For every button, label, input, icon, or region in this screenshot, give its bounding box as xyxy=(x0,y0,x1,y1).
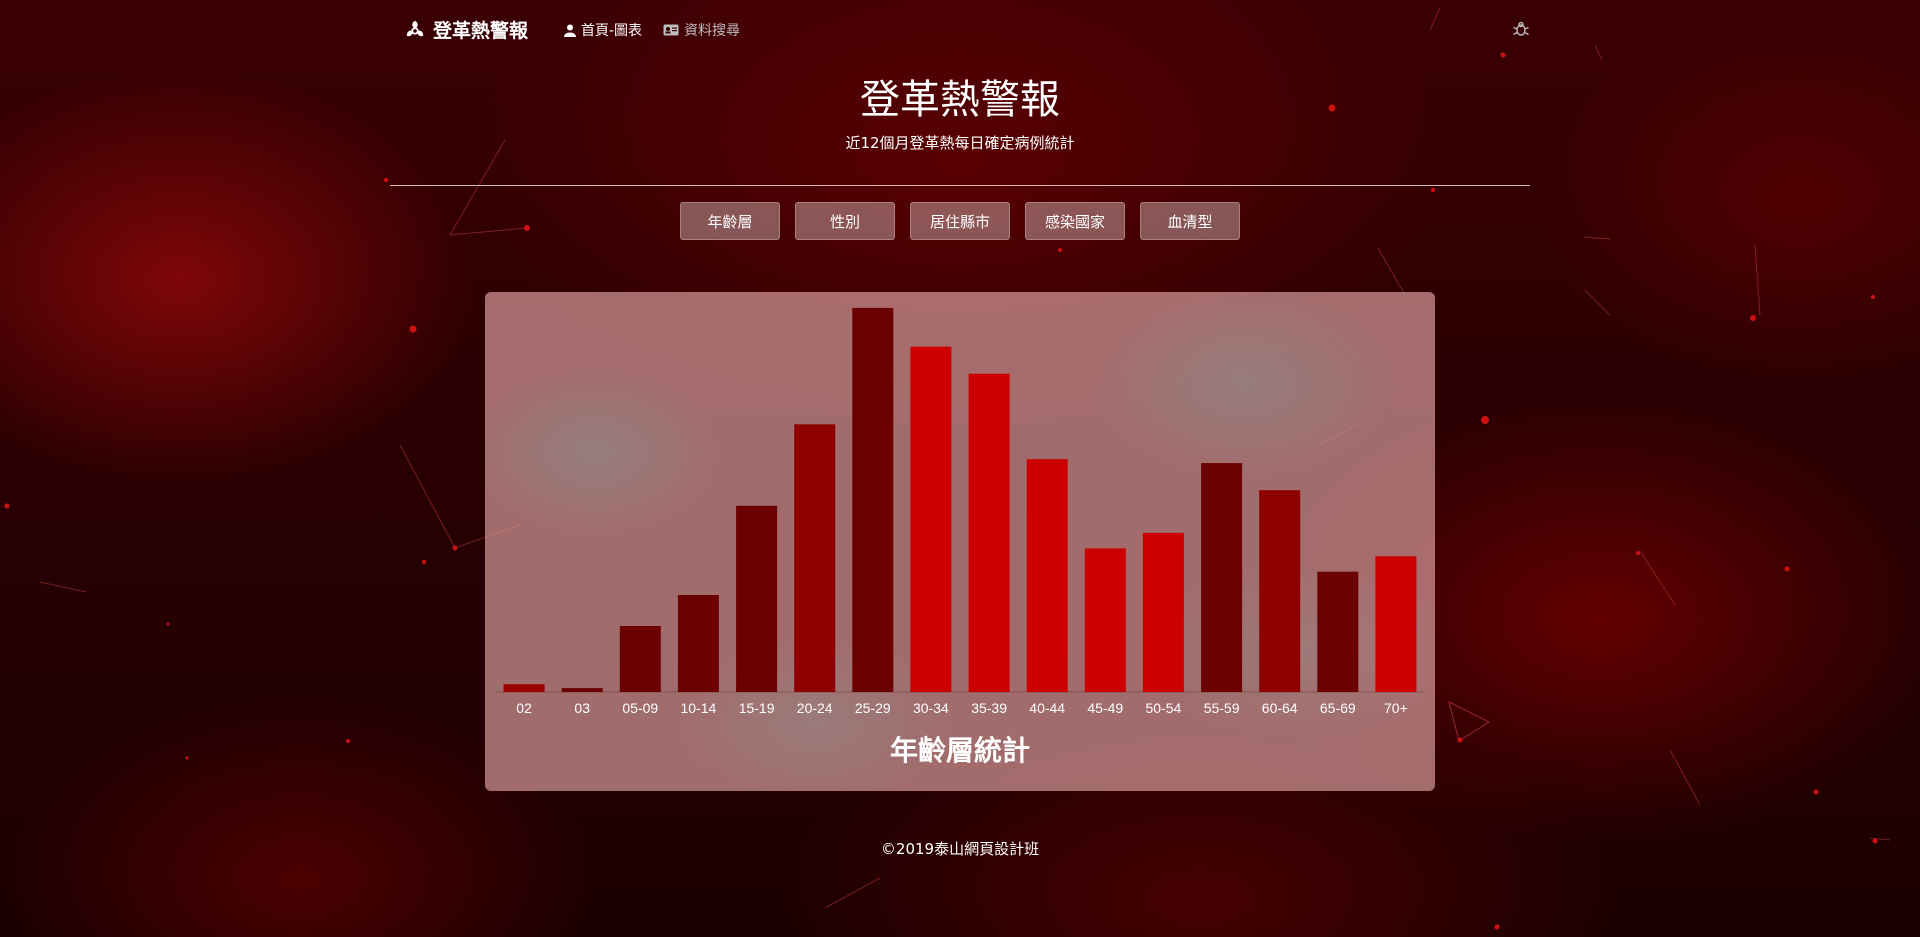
navbar: 登革熱警報 首頁-圖表 資料搜尋 xyxy=(390,0,1530,56)
serotype-button[interactable]: 血清型 xyxy=(1140,202,1240,240)
x-tick-label: 03 xyxy=(574,700,590,716)
page-title: 登革熱警報 xyxy=(860,77,1060,123)
gender-button[interactable]: 性別 xyxy=(795,202,895,240)
bar-03[interactable] xyxy=(561,688,603,692)
x-tick-label: 50-54 xyxy=(1145,700,1181,716)
x-tick-label: 10-14 xyxy=(680,700,716,716)
x-tick-label: 05-09 xyxy=(622,700,658,716)
biohazard-icon xyxy=(406,20,424,36)
bar-45-49[interactable] xyxy=(1084,548,1126,692)
bar-60-64[interactable] xyxy=(1259,490,1301,692)
x-tick-label: 02 xyxy=(516,700,532,716)
x-tick-label: 15-19 xyxy=(739,700,775,716)
age-group-bar-chart: 02 03 05-09 10-14 15-19 20-24 25-29 30-34 35-39 4… xyxy=(495,307,1425,716)
bar-25-29[interactable] xyxy=(852,307,894,692)
nav-search-link[interactable]: 資料搜尋 xyxy=(663,20,740,40)
bar-10-14[interactable] xyxy=(677,595,719,692)
bar-40-44[interactable] xyxy=(1026,459,1068,692)
bar-15-19[interactable] xyxy=(736,505,778,692)
bug-icon[interactable] xyxy=(1512,20,1530,38)
bar-70+[interactable] xyxy=(1375,556,1417,692)
nav-home-label: 首頁-圖表 xyxy=(581,23,643,39)
page-subtitle: 近12個月登革熱每日確定病例統計 xyxy=(845,134,1075,152)
x-tick-label: 40-44 xyxy=(1029,700,1065,716)
header-divider xyxy=(390,185,1530,186)
bar-50-54[interactable] xyxy=(1142,532,1184,692)
x-tick-label: 35-39 xyxy=(971,700,1007,716)
brand-link[interactable]: 登革熱警報 xyxy=(404,16,528,43)
bar-35-39[interactable] xyxy=(968,373,1010,692)
bar-02[interactable] xyxy=(503,684,545,692)
category-button-group: 年齡層 性別 居住縣市 感染國家 血清型 xyxy=(0,202,1920,240)
x-tick-label: 60-64 xyxy=(1262,700,1298,716)
brand-name: 登革熱警報 xyxy=(433,20,529,42)
infection-country-button[interactable]: 感染國家 xyxy=(1025,202,1125,240)
nav-home-link[interactable]: 首頁-圖表 xyxy=(564,20,642,40)
x-tick-label: 70+ xyxy=(1384,700,1408,716)
residence-county-button[interactable]: 居住縣市 xyxy=(910,202,1010,240)
bar-30-34[interactable] xyxy=(910,346,952,692)
chart-card: 02 03 05-09 10-14 15-19 20-24 25-29 30-34 35-39 4… xyxy=(485,292,1435,791)
user-icon xyxy=(564,24,576,37)
x-tick-label: 65-69 xyxy=(1320,700,1356,716)
bar-20-24[interactable] xyxy=(794,424,836,692)
x-tick-label: 45-49 xyxy=(1087,700,1123,716)
id-card-icon xyxy=(663,24,679,36)
x-tick-label: 25-29 xyxy=(855,700,891,716)
footer-copyright: ©2019泰山網頁設計班 xyxy=(880,840,1040,858)
x-tick-label: 20-24 xyxy=(797,700,833,716)
bar-05-09[interactable] xyxy=(619,626,661,692)
chart-title: 年齡層統計 xyxy=(889,734,1030,767)
x-tick-label: 55-59 xyxy=(1204,700,1240,716)
bar-65-69[interactable] xyxy=(1317,571,1359,692)
x-tick-label: 30-34 xyxy=(913,700,949,716)
age-group-button[interactable]: 年齡層 xyxy=(680,202,780,240)
nav-search-label: 資料搜尋 xyxy=(684,23,740,39)
bar-55-59[interactable] xyxy=(1201,463,1243,692)
